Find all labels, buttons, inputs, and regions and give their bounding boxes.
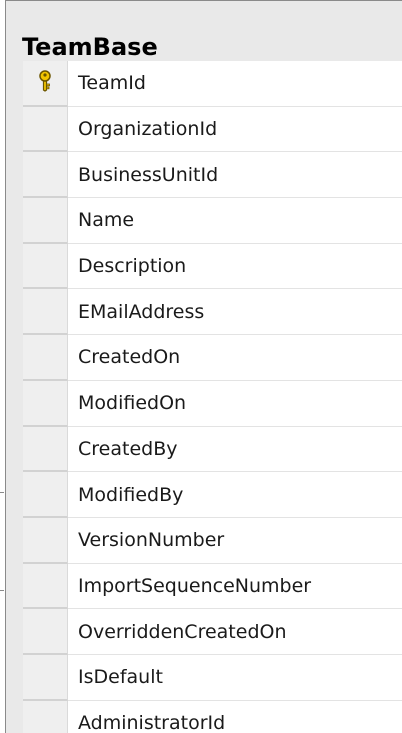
- row-selector[interactable]: [23, 517, 68, 564]
- column-name: CreatedBy: [78, 437, 178, 460]
- column-row[interactable]: OverriddenCreatedOn: [23, 609, 402, 655]
- row-selector[interactable]: [23, 563, 68, 610]
- column-row[interactable]: ModifiedOn: [23, 380, 402, 427]
- column-name: VersionNumber: [78, 529, 225, 552]
- column-name: AdministratorId: [78, 711, 226, 733]
- table-title[interactable]: TeamBase: [22, 29, 158, 65]
- column-row[interactable]: CreatedBy: [23, 426, 402, 473]
- column-row[interactable]: EMailAddress: [23, 289, 402, 336]
- column-row[interactable]: TeamId: [23, 61, 402, 107]
- column-cell[interactable]: EMailAddress: [68, 289, 402, 336]
- column-row[interactable]: Name: [23, 198, 402, 244]
- row-selector[interactable]: [23, 243, 68, 290]
- column-cell[interactable]: BusinessUnitId: [68, 152, 402, 199]
- column-name: ModifiedOn: [78, 392, 187, 415]
- column-name: OrganizationId: [78, 118, 218, 141]
- column-name: ImportSequenceNumber: [78, 574, 312, 597]
- column-row[interactable]: OrganizationId: [23, 106, 402, 153]
- column-name: Description: [78, 255, 187, 278]
- column-row[interactable]: AdministratorId: [23, 700, 402, 733]
- relationship-line-stub: [0, 492, 4, 493]
- column-cell[interactable]: Description: [68, 243, 402, 290]
- column-list: TeamId OrganizationId BusinessUnitId Name De…: [23, 61, 402, 733]
- row-selector[interactable]: [23, 472, 68, 518]
- column-cell[interactable]: ImportSequenceNumber: [68, 563, 402, 610]
- row-selector[interactable]: [23, 289, 68, 336]
- column-row[interactable]: CreatedOn: [23, 335, 402, 381]
- column-cell[interactable]: CreatedBy: [68, 426, 402, 473]
- column-name: OverriddenCreatedOn: [78, 620, 287, 643]
- row-selector[interactable]: [23, 152, 68, 199]
- column-cell[interactable]: AdministratorId: [68, 700, 402, 733]
- column-cell[interactable]: CreatedOn: [68, 335, 402, 381]
- column-cell[interactable]: Name: [68, 198, 402, 244]
- row-selector[interactable]: [23, 700, 68, 733]
- column-row[interactable]: IsDefault: [23, 654, 402, 701]
- column-name: TeamId: [78, 72, 146, 95]
- relationship-line-stub: [0, 590, 4, 591]
- column-row[interactable]: ImportSequenceNumber: [23, 563, 402, 610]
- table-shape[interactable]: TeamBase TeamId OrganizationId BusinessUni…: [5, 0, 402, 733]
- column-cell[interactable]: ModifiedBy: [68, 472, 402, 518]
- column-cell[interactable]: IsDefault: [68, 654, 402, 701]
- column-cell[interactable]: VersionNumber: [68, 517, 402, 564]
- column-name: ModifiedBy: [78, 483, 184, 506]
- row-selector[interactable]: [23, 61, 68, 107]
- row-selector[interactable]: [23, 654, 68, 701]
- row-selector[interactable]: [23, 426, 68, 473]
- column-row[interactable]: BusinessUnitId: [23, 152, 402, 199]
- column-row[interactable]: Description: [23, 243, 402, 290]
- row-selector[interactable]: [23, 609, 68, 655]
- column-cell[interactable]: OverriddenCreatedOn: [68, 609, 402, 655]
- column-cell[interactable]: OrganizationId: [68, 106, 402, 153]
- column-row[interactable]: VersionNumber: [23, 517, 402, 564]
- column-name: CreatedOn: [78, 346, 181, 369]
- column-name: BusinessUnitId: [78, 163, 219, 186]
- row-selector[interactable]: [23, 106, 68, 153]
- column-name: Name: [78, 209, 135, 232]
- key-icon: [39, 70, 51, 92]
- row-selector[interactable]: [23, 198, 68, 244]
- diagram-canvas: TeamBase TeamId OrganizationId BusinessUni…: [0, 0, 402, 733]
- column-name: IsDefault: [78, 666, 163, 689]
- row-selector[interactable]: [23, 380, 68, 427]
- column-row[interactable]: ModifiedBy: [23, 472, 402, 518]
- column-name: EMailAddress: [78, 300, 205, 323]
- column-cell[interactable]: ModifiedOn: [68, 380, 402, 427]
- row-selector[interactable]: [23, 335, 68, 381]
- column-cell[interactable]: TeamId: [68, 61, 402, 107]
